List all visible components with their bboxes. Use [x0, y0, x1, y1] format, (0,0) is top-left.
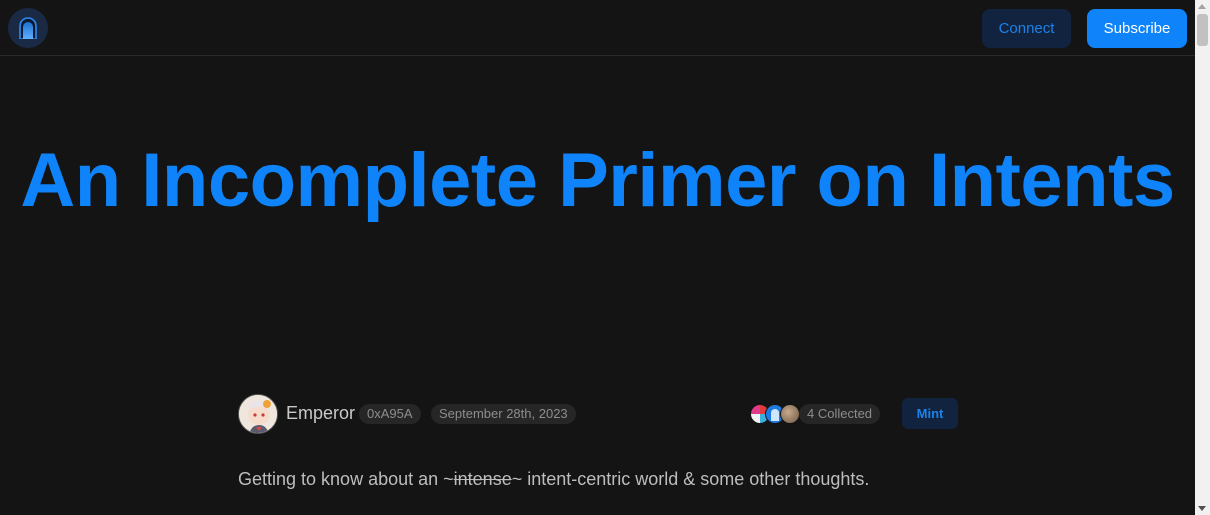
article-subtitle: Getting to know about an ~intense~ inten… [238, 469, 869, 490]
publish-date-badge: September 28th, 2023 [431, 404, 576, 424]
site-logo[interactable] [8, 8, 48, 48]
scroll-down-icon[interactable] [1198, 506, 1206, 511]
article-meta: Emperor 0xA95A September 28th, 2023 4 Co… [238, 394, 958, 434]
subtitle-struck-word: intense [453, 469, 512, 489]
collected-count-badge[interactable]: 4 Collected [799, 404, 881, 424]
author-avatar[interactable] [238, 394, 278, 434]
arch-portal-icon [19, 17, 37, 39]
anime-character-avatar-icon [239, 395, 277, 433]
vertical-scrollbar[interactable] [1195, 0, 1210, 515]
subtitle-text-start: Getting to know about an ~ [238, 469, 454, 489]
article-title: An Incomplete Primer on Intents [20, 138, 1175, 223]
scroll-up-icon[interactable] [1198, 4, 1206, 9]
subtitle-text-end: ~ intent-centric world & some other thou… [511, 469, 870, 489]
subscribe-button[interactable]: Subscribe [1087, 9, 1187, 48]
author-name[interactable]: Emperor [286, 403, 355, 424]
collector-avatar [780, 404, 800, 424]
mint-button[interactable]: Mint [902, 398, 958, 429]
top-navigation-bar: Connect Subscribe [0, 0, 1195, 56]
scrollbar-thumb[interactable] [1197, 14, 1208, 46]
author-address-badge[interactable]: 0xA95A [359, 404, 421, 424]
collector-avatars[interactable] [750, 404, 804, 424]
connect-button[interactable]: Connect [982, 9, 1071, 48]
